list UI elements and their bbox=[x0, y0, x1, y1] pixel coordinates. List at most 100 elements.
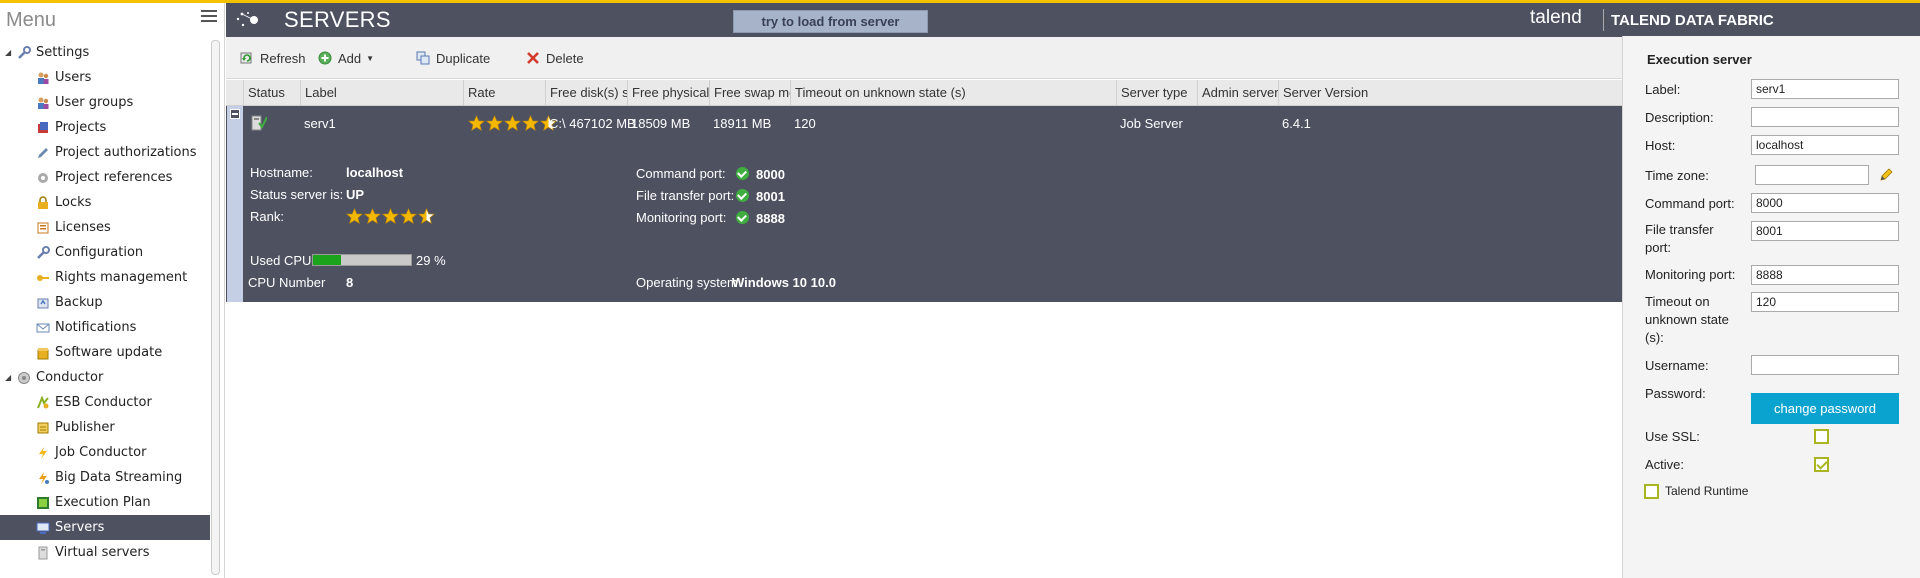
sidebar-item-job-conductor[interactable]: Job Conductor bbox=[0, 440, 210, 465]
sidebar-item-user-groups[interactable]: User groups bbox=[0, 90, 210, 115]
monitoring-port-label: Monitoring port: bbox=[636, 210, 727, 225]
delete-label: Delete bbox=[546, 50, 584, 66]
users-icon bbox=[38, 72, 49, 84]
sidebar-item-label: Virtual servers bbox=[55, 545, 150, 560]
column-header-free-swap[interactable]: Free swap me... bbox=[709, 80, 790, 106]
file-transfer-port-ok-icon bbox=[736, 189, 749, 202]
column-header-admin-server[interactable]: Admin server bbox=[1197, 80, 1278, 106]
sidebar-item-label: Notifications bbox=[55, 320, 137, 335]
timezone-input[interactable] bbox=[1755, 165, 1869, 185]
star-icon bbox=[418, 208, 435, 225]
product-name: TALEND DATA FABRIC bbox=[1611, 12, 1774, 29]
sidebar-item-virtual-servers[interactable]: Virtual servers bbox=[0, 540, 210, 565]
pencil-icon[interactable] bbox=[1878, 167, 1894, 183]
star-icon bbox=[486, 115, 503, 132]
expand-triangle-icon[interactable]: ◢ bbox=[5, 373, 13, 382]
project-authorizations-icon bbox=[38, 147, 48, 158]
used-cpu-percent: 29 % bbox=[416, 253, 446, 268]
timeout-field-label-line3: (s): bbox=[1645, 330, 1664, 345]
column-header-server-version[interactable]: Server Version bbox=[1278, 80, 1378, 106]
file-transfer-port-input[interactable] bbox=[1751, 221, 1899, 241]
monitoring-port-input[interactable] bbox=[1751, 265, 1899, 285]
refresh-icon bbox=[240, 52, 252, 64]
column-header-rate[interactable]: Rate bbox=[463, 80, 545, 106]
free-disk-cell: C:\ 467102 MB bbox=[549, 116, 636, 131]
used-cpu-label: Used CPU bbox=[250, 253, 312, 268]
settings-icon bbox=[18, 45, 31, 59]
status-label: Status server is: bbox=[250, 187, 344, 202]
add-label: Add bbox=[338, 50, 362, 66]
load-from-server-button[interactable]: try to load from server bbox=[733, 10, 928, 33]
sidebar-item-publisher[interactable]: Publisher bbox=[0, 415, 210, 440]
sidebar-scrollbar[interactable] bbox=[211, 40, 220, 575]
label-input[interactable] bbox=[1751, 79, 1899, 99]
sidebar-item-software-update[interactable]: Software update bbox=[0, 340, 210, 365]
sidebar-group-conductor[interactable]: ◢ Conductor bbox=[0, 365, 210, 390]
sidebar-item-servers[interactable]: Servers bbox=[0, 515, 210, 540]
sidebar-item-project-references[interactable]: Project references bbox=[0, 165, 210, 190]
software-update-icon bbox=[37, 347, 49, 359]
column-header-free-physical[interactable]: Free physical ... bbox=[627, 80, 709, 106]
rate-stars bbox=[468, 115, 557, 132]
use-ssl-checkbox[interactable] bbox=[1814, 429, 1829, 444]
delete-button[interactable]: Delete bbox=[526, 49, 584, 67]
description-field-label: Description: bbox=[1645, 110, 1714, 125]
collapse-row-icon[interactable] bbox=[230, 109, 240, 119]
used-cpu-fill bbox=[313, 255, 342, 265]
column-header-label[interactable]: Label bbox=[300, 80, 463, 106]
sidebar: Menu ◢ Settings Users User groups Projects Pr… bbox=[0, 3, 225, 578]
cpu-number-value: 8 bbox=[346, 275, 354, 290]
change-password-button[interactable]: change password bbox=[1751, 393, 1899, 424]
sidebar-item-execution-plan[interactable]: Execution Plan bbox=[0, 490, 210, 515]
sidebar-item-esb-conductor[interactable]: ESB Conductor bbox=[0, 390, 210, 415]
sidebar-item-rights-management[interactable]: Rights management bbox=[0, 265, 210, 290]
sidebar-item-licenses[interactable]: Licenses bbox=[0, 215, 210, 240]
star-icon bbox=[522, 115, 539, 132]
sidebar-item-backup[interactable]: Backup bbox=[0, 290, 210, 315]
duplicate-button[interactable]: Duplicate bbox=[416, 49, 490, 67]
monitoring-port-ok-icon bbox=[736, 211, 749, 224]
sidebar-item-locks[interactable]: Locks bbox=[0, 190, 210, 215]
esb-conductor-icon bbox=[37, 395, 49, 408]
star-icon bbox=[400, 208, 417, 225]
timeout-input[interactable] bbox=[1751, 292, 1899, 312]
hostname-label: Hostname: bbox=[250, 165, 313, 180]
star-icon bbox=[364, 208, 381, 225]
host-input[interactable] bbox=[1751, 135, 1899, 155]
sidebar-item-label: Users bbox=[55, 70, 92, 85]
refresh-button[interactable]: Refresh bbox=[240, 49, 306, 67]
sidebar-item-label: Job Conductor bbox=[55, 445, 147, 460]
column-header-status[interactable]: Status bbox=[243, 80, 300, 106]
user-groups-icon bbox=[38, 97, 49, 109]
column-header-server-type[interactable]: Server type bbox=[1116, 80, 1197, 106]
servers-logo-icon bbox=[236, 12, 258, 27]
virtual-servers-icon bbox=[38, 546, 48, 559]
menu-title: Menu bbox=[6, 9, 57, 31]
sidebar-item-project-authorizations[interactable]: Project authorizations bbox=[0, 140, 210, 165]
toolbar: Refresh Add ▼ Duplicate Delete bbox=[226, 37, 1622, 79]
execution-server-panel: Execution server Label: Description: Hos… bbox=[1622, 36, 1920, 578]
sidebar-item-projects[interactable]: Projects bbox=[0, 115, 210, 140]
command-port-input[interactable] bbox=[1751, 193, 1899, 213]
add-button[interactable]: Add ▼ bbox=[318, 49, 374, 67]
talend-runtime-checkbox[interactable] bbox=[1644, 484, 1659, 499]
table-row[interactable]: serv1 C:\ 467102 MB 18509 MB 18911 MB 12… bbox=[226, 106, 1622, 302]
sidebar-item-notifications[interactable]: Notifications bbox=[0, 315, 210, 340]
username-input[interactable] bbox=[1751, 355, 1899, 375]
job-conductor-icon bbox=[39, 446, 47, 459]
description-input[interactable] bbox=[1751, 107, 1899, 127]
execution-plan-icon bbox=[37, 496, 49, 509]
column-header-free-disk[interactable]: Free disk(s) s... bbox=[545, 80, 627, 106]
hamburger-menu-icon[interactable] bbox=[201, 10, 217, 24]
sidebar-item-label: Locks bbox=[55, 195, 92, 210]
sidebar-group-settings[interactable]: ◢ Settings bbox=[0, 40, 210, 65]
expand-triangle-icon[interactable]: ◢ bbox=[5, 48, 13, 57]
sidebar-item-label: Project authorizations bbox=[55, 145, 197, 160]
sidebar-item-configuration[interactable]: Configuration bbox=[0, 240, 210, 265]
sidebar-item-users[interactable]: Users bbox=[0, 65, 210, 90]
sidebar-item-big-data-streaming[interactable]: Big Data Streaming bbox=[0, 465, 210, 490]
timeout-cell: 120 bbox=[794, 116, 816, 131]
column-header-timeout[interactable]: Timeout on unknown state (s) bbox=[790, 80, 1116, 106]
active-checkbox[interactable] bbox=[1814, 457, 1829, 472]
rank-label: Rank: bbox=[250, 209, 284, 224]
